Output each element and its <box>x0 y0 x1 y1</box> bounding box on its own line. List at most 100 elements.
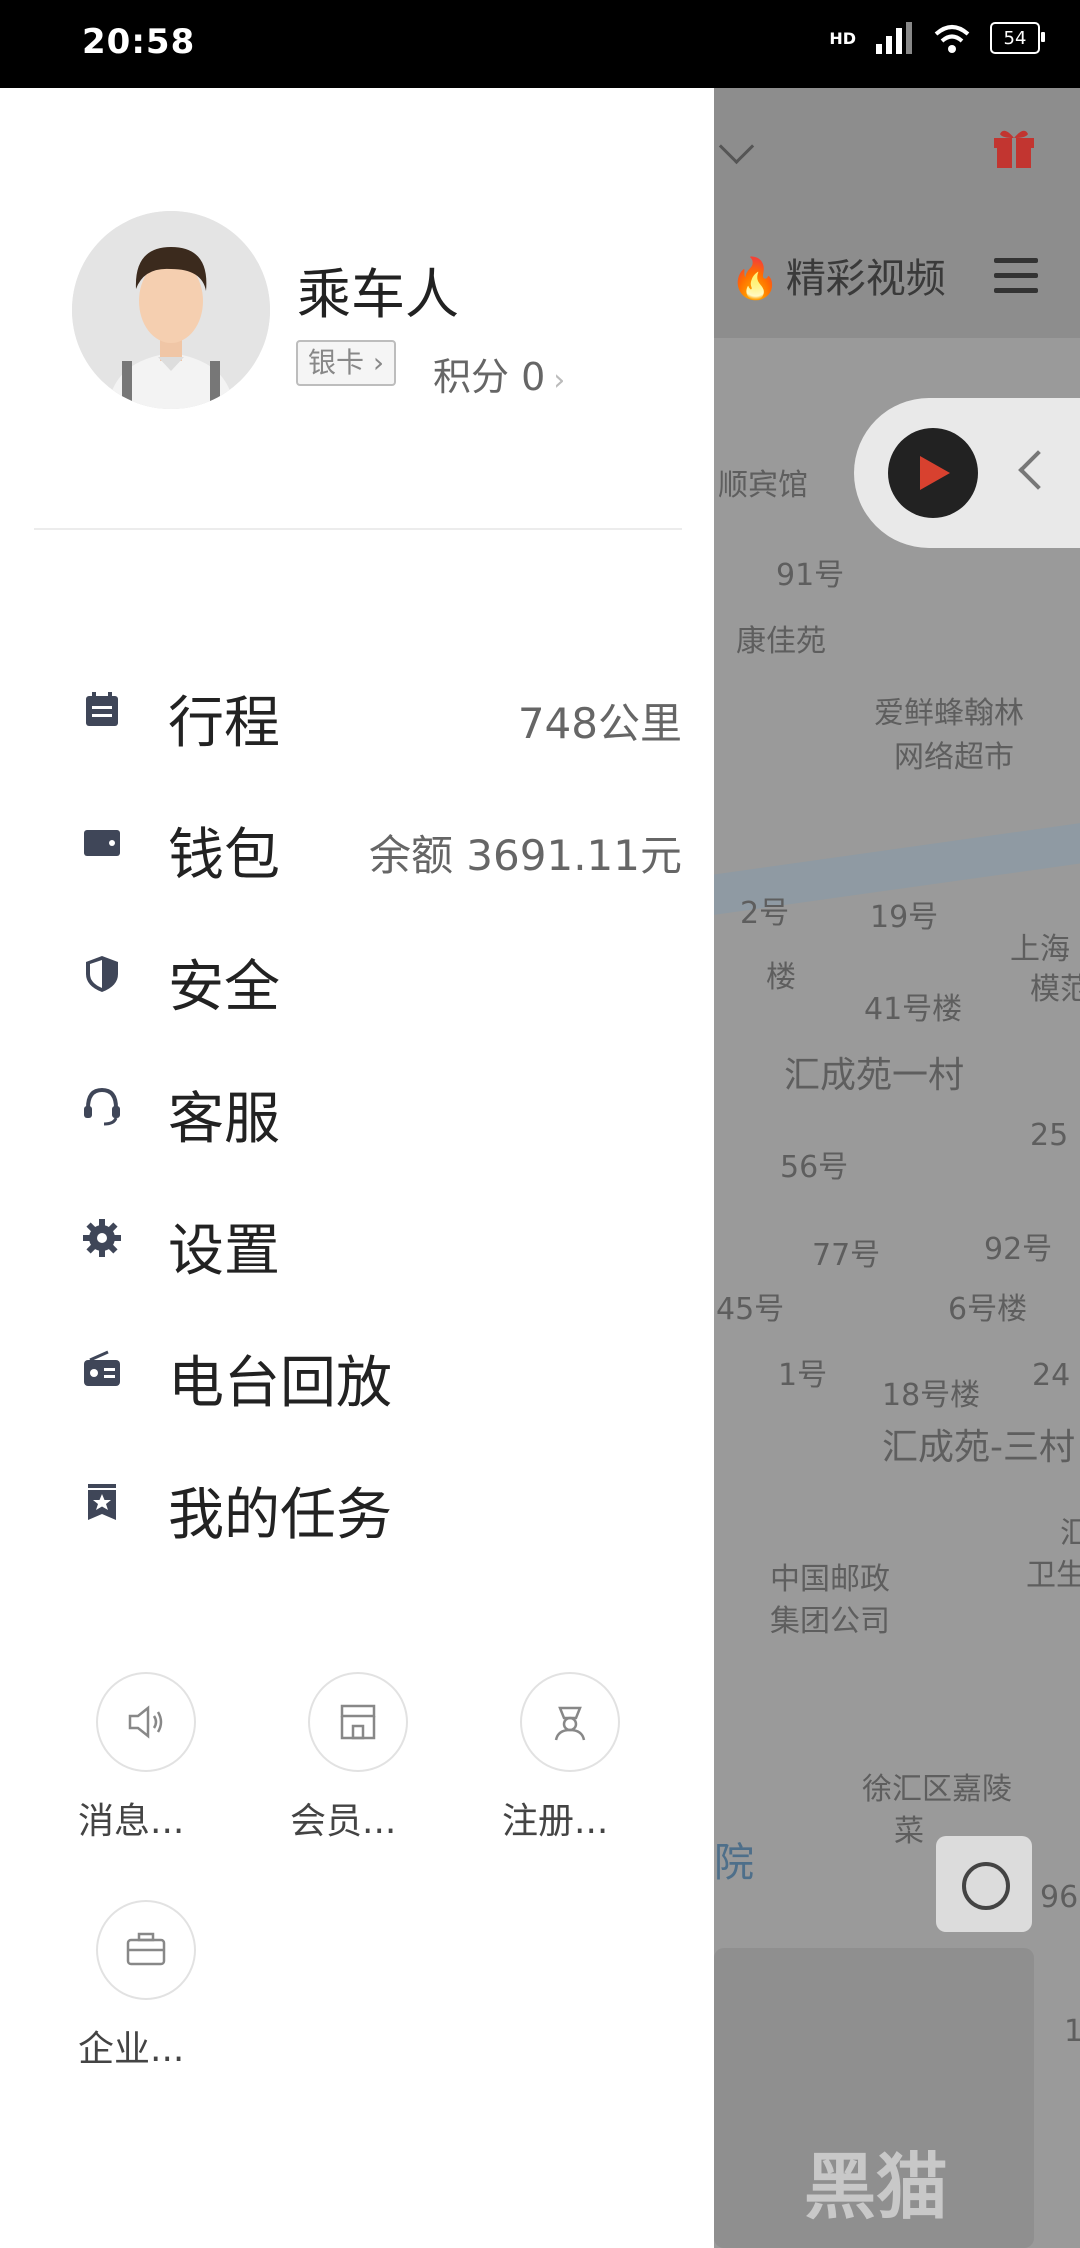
chevron-right-icon: › <box>372 346 385 379</box>
map-label: 19号 <box>870 900 939 935</box>
quick-action-register[interactable]: 注册... <box>496 1672 696 1862</box>
watermark: 黑猫 <box>804 2145 949 2229</box>
quick-action-label: 消息... <box>78 1801 185 1842</box>
quick-action-label: 注册... <box>502 1801 609 1842</box>
menu-item-label: 钱包 <box>168 823 280 888</box>
map-label: 25 <box>1030 1118 1069 1153</box>
menu-item-value: 余额 3691.11元 <box>368 831 682 880</box>
map-label: 菜 <box>894 1814 924 1849</box>
quick-action-messages[interactable]: 消息... <box>72 1672 272 1862</box>
map-label: 56号 <box>780 1150 849 1185</box>
wallet-icon <box>84 830 120 856</box>
menu-item-service[interactable]: 客服 <box>72 1052 682 1162</box>
divider <box>34 528 682 530</box>
quick-action-member[interactable]: 会员... <box>284 1672 484 1862</box>
map-label: 18号楼 <box>882 1378 981 1413</box>
menu-item-label: 客服 <box>168 1087 280 1152</box>
badge-icon <box>88 1484 116 1520</box>
map-label: 顺宾馆 <box>718 468 808 503</box>
chevron-left-icon[interactable] <box>1018 450 1058 490</box>
menu-item-label: 安全 <box>168 955 280 1020</box>
map-label: 楼 <box>766 960 796 995</box>
map-label: 45号 <box>716 1292 785 1327</box>
map-label: 汇成苑-三村 <box>882 1427 1075 1468</box>
music-player-widget[interactable] <box>854 398 1080 548</box>
map-label: 92号 <box>984 1232 1053 1267</box>
map-label: 上海 <box>1010 932 1070 967</box>
tier-label: 银卡 <box>308 346 365 379</box>
username: 乘车人 <box>297 263 459 326</box>
vinyl-play-icon[interactable] <box>888 428 978 518</box>
map-background: 🔥 精彩视频 顺宾馆 91号 康佳苑 爱鲜蜂翰林 网络超市 2号 19号 上海 模… <box>714 88 1080 2248</box>
speaker-icon <box>128 1705 163 1739</box>
map-label: 1 <box>1064 2014 1080 2049</box>
gift-icon[interactable] <box>990 124 1038 170</box>
map-label: 中国邮政 <box>770 1562 890 1597</box>
map-label: 91号 <box>776 558 845 593</box>
menu-item-radio-replay[interactable]: 电台回放 <box>72 1316 682 1426</box>
store-icon <box>340 1704 376 1740</box>
menu-item-label: 电台回放 <box>168 1351 392 1416</box>
map-label: 卫生 <box>1026 1558 1080 1593</box>
battery-level: 54 <box>1003 27 1027 49</box>
map-label: 2号 <box>740 896 790 931</box>
menu-item-label: 设置 <box>168 1219 280 1284</box>
wifi-icon <box>934 25 970 53</box>
map-label: 96 <box>1040 1880 1079 1915</box>
person-avatar-icon <box>72 211 270 409</box>
side-drawer: 乘车人 银卡 › 积分 0 › 行程 748公里 钱包 余额 3691.11元 安… <box>0 88 714 2248</box>
map-label: 41号楼 <box>864 992 963 1027</box>
menu-item-security[interactable]: 安全 <box>72 920 682 1030</box>
menu-item-label: 行程 <box>168 691 280 756</box>
status-icons: HD 54 <box>829 20 1045 56</box>
quick-action-enterprise[interactable]: 企业... <box>72 1900 272 2090</box>
briefcase-icon <box>126 1932 166 1966</box>
signal-icon <box>876 22 912 54</box>
quick-action-circle <box>96 1900 196 2000</box>
map-label: 汇成苑一村 <box>784 1055 965 1096</box>
hamburger-menu-icon[interactable] <box>994 258 1038 303</box>
quick-action-circle <box>96 1672 196 1772</box>
map-label: 77号 <box>812 1238 881 1273</box>
points-link[interactable]: 积分 0 › <box>433 346 565 401</box>
map-label: 6号楼 <box>948 1292 1028 1327</box>
map-label: 徐汇区嘉陵 <box>862 1772 1012 1807</box>
menu-item-label: 我的任务 <box>168 1483 392 1548</box>
menu-item-trips[interactable]: 行程 748公里 <box>72 656 682 766</box>
driver-icon <box>554 1706 586 1741</box>
gear-icon <box>83 1219 121 1257</box>
map-label: 网络超市 <box>894 740 1014 775</box>
member-tier-badge[interactable]: 银卡 › <box>296 340 397 386</box>
locate-me-button[interactable] <box>936 1836 1032 1932</box>
hot-video-label: 精彩视频 <box>785 256 946 302</box>
fire-icon: 🔥 <box>730 256 780 302</box>
avatar[interactable] <box>72 211 270 409</box>
menu-item-wallet[interactable]: 钱包 余额 3691.11元 <box>72 788 682 898</box>
status-time: 20:58 <box>82 22 196 62</box>
map-label: 模范 <box>1030 972 1080 1007</box>
menu-item-value: 748公里 <box>517 699 682 748</box>
map-label: 集团公司 <box>770 1604 890 1639</box>
map-label: 康佳苑 <box>736 624 826 659</box>
points-label: 积分 0 <box>433 355 546 399</box>
quick-action-circle <box>520 1672 620 1772</box>
battery-icon: 54 <box>990 22 1045 54</box>
quick-action-label: 企业... <box>78 2029 185 2070</box>
map-label: 院 <box>714 1840 754 1886</box>
chevron-right-icon: › <box>553 363 566 398</box>
quick-action-circle <box>308 1672 408 1772</box>
shield-icon <box>86 956 118 992</box>
headset-icon <box>84 1087 120 1126</box>
map-label: 24 <box>1032 1358 1071 1393</box>
hd-label: HD <box>829 28 856 48</box>
hot-video-tab[interactable]: 🔥 精彩视频 <box>730 246 946 304</box>
map-label: 1号 <box>778 1358 828 1393</box>
menu-item-tasks[interactable]: 我的任务 <box>72 1448 682 1558</box>
map-label: 汇 <box>1060 1516 1080 1551</box>
radio-icon <box>84 1350 120 1386</box>
menu-item-settings[interactable]: 设置 <box>72 1184 682 1294</box>
map-label: 爱鲜蜂翰林 <box>874 696 1024 731</box>
status-bar: 20:58 HD 54 <box>0 0 1080 88</box>
calendar-icon <box>86 692 118 726</box>
quick-action-label: 会员... <box>290 1801 397 1842</box>
